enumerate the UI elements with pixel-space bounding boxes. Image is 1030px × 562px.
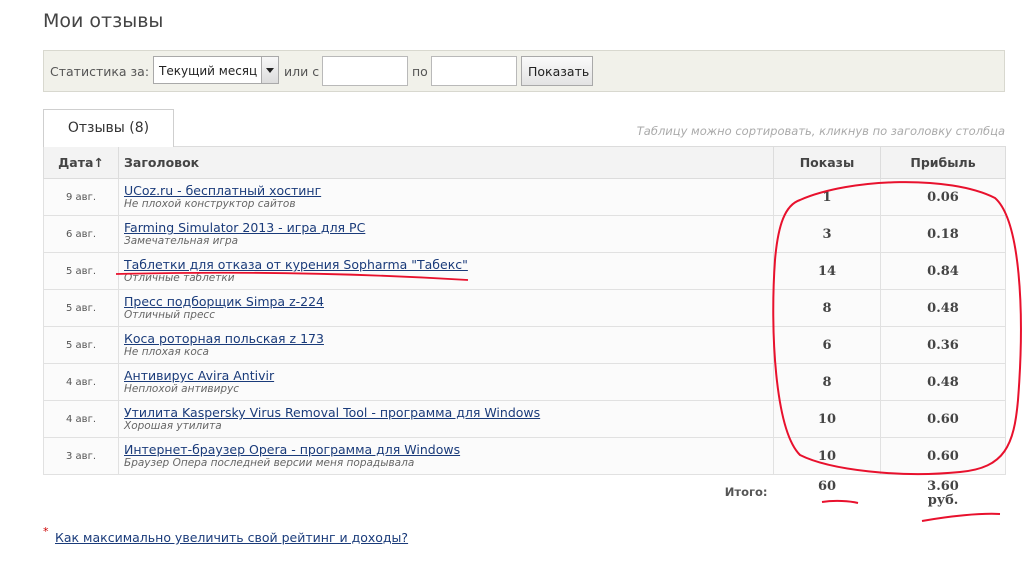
totals-row: Итого: 60 3.60 руб. bbox=[43, 474, 1006, 508]
row-profit: 0.48 bbox=[880, 289, 1006, 327]
footnote-star: * bbox=[43, 525, 49, 538]
table-row: 9 авг. UCoz.ru - бесплатный хостинг Не п… bbox=[43, 178, 1006, 216]
review-title-link[interactable]: Интернет-браузер Opera - программа для W… bbox=[124, 442, 773, 457]
totals-profit-cell: 3.60 руб. bbox=[880, 474, 1006, 508]
review-subtitle: Не плохой конструктор сайтов bbox=[124, 198, 296, 210]
totals-profit: 3.60 bbox=[927, 479, 959, 494]
row-profit: 0.36 bbox=[880, 326, 1006, 364]
table-row: 5 авг. Таблетки для отказа от курения So… bbox=[43, 252, 1006, 290]
table-row: 4 авг. Антивирус Avira Antivir Неплохой … bbox=[43, 363, 1006, 401]
review-subtitle: Браузер Опера последней версии меня пора… bbox=[124, 457, 415, 469]
row-title-cell: Интернет-браузер Opera - программа для W… bbox=[118, 437, 774, 475]
review-title-link[interactable]: UCoz.ru - бесплатный хостинг bbox=[124, 183, 773, 198]
totals-spacer bbox=[43, 474, 119, 508]
row-date: 5 авг. bbox=[43, 326, 119, 364]
review-title-link[interactable]: Коса роторная польская z 173 bbox=[124, 331, 773, 346]
period-select[interactable]: Текущий месяц bbox=[153, 56, 279, 84]
review-subtitle: Замечательная игра bbox=[124, 235, 239, 247]
row-views: 1 bbox=[773, 178, 881, 216]
date-from-input[interactable] bbox=[322, 56, 408, 86]
table-row: 5 авг. Пресс подборщик Simpa z-224 Отлич… bbox=[43, 289, 1006, 327]
row-title-cell: UCoz.ru - бесплатный хостинг Не плохой к… bbox=[118, 178, 774, 216]
review-subtitle: Хорошая утилита bbox=[124, 420, 222, 432]
row-views: 14 bbox=[773, 252, 881, 290]
row-profit: 0.60 bbox=[880, 437, 1006, 475]
row-date: 4 авг. bbox=[43, 400, 119, 438]
row-title-cell: Антивирус Avira Antivir Неплохой антивир… bbox=[118, 363, 774, 401]
review-subtitle: Отличные таблетки bbox=[124, 272, 235, 284]
table-row: 6 авг. Farming Simulator 2013 - игра для… bbox=[43, 215, 1006, 253]
row-date: 5 авг. bbox=[43, 289, 119, 327]
row-title-cell: Таблетки для отказа от курения Sopharma … bbox=[118, 252, 774, 290]
row-date: 4 авг. bbox=[43, 363, 119, 401]
row-profit: 0.60 bbox=[880, 400, 1006, 438]
table-row: 3 авг. Интернет-браузер Opera - программ… bbox=[43, 437, 1006, 475]
row-date: 6 авг. bbox=[43, 215, 119, 253]
date-to-input[interactable] bbox=[431, 56, 517, 86]
row-views: 8 bbox=[773, 289, 881, 327]
page-title: Мои отзывы bbox=[43, 10, 164, 32]
row-views: 3 bbox=[773, 215, 881, 253]
row-profit: 0.48 bbox=[880, 363, 1006, 401]
totals-label: Итого: bbox=[118, 474, 774, 508]
row-views: 10 bbox=[773, 437, 881, 475]
row-date: 3 авг. bbox=[43, 437, 119, 475]
stats-filter-bar: Статистика за: Текущий месяц или с по По… bbox=[43, 50, 1005, 92]
row-title-cell: Farming Simulator 2013 - игра для PC Зам… bbox=[118, 215, 774, 253]
show-button[interactable]: Показать bbox=[521, 56, 593, 86]
row-views: 8 bbox=[773, 363, 881, 401]
review-subtitle: Отличный пресс bbox=[124, 309, 215, 321]
sort-hint: Таблицу можно сортировать, кликнув по за… bbox=[636, 124, 1005, 138]
row-date: 9 авг. bbox=[43, 178, 119, 216]
table-row: 4 авг. Утилита Kaspersky Virus Removal T… bbox=[43, 400, 1006, 438]
row-profit: 0.06 bbox=[880, 178, 1006, 216]
row-title-cell: Утилита Kaspersky Virus Removal Tool - п… bbox=[118, 400, 774, 438]
reviews-table: Дата↑ Заголовок Показы Прибыль 9 авг. UC… bbox=[43, 146, 1006, 508]
review-title-link[interactable]: Farming Simulator 2013 - игра для PC bbox=[124, 220, 773, 235]
review-title-link[interactable]: Антивирус Avira Antivir bbox=[124, 368, 773, 383]
column-header-date[interactable]: Дата↑ bbox=[43, 146, 119, 179]
row-title-cell: Коса роторная польская z 173 Не плохая к… bbox=[118, 326, 774, 364]
row-date: 5 авг. bbox=[43, 252, 119, 290]
underline-stroke bbox=[921, 512, 1001, 522]
chevron-down-icon[interactable] bbox=[261, 57, 278, 83]
table-row: 5 авг. Коса роторная польская z 173 Не п… bbox=[43, 326, 1006, 364]
review-subtitle: Не плохая коса bbox=[124, 346, 209, 358]
column-header-profit[interactable]: Прибыль bbox=[880, 146, 1006, 179]
review-title-link[interactable]: Утилита Kaspersky Virus Removal Tool - п… bbox=[124, 405, 773, 420]
review-title-link[interactable]: Пресс подборщик Simpa z-224 bbox=[124, 294, 773, 309]
row-views: 10 bbox=[773, 400, 881, 438]
totals-views: 60 bbox=[773, 474, 881, 508]
totals-currency: руб. bbox=[927, 493, 959, 508]
to-label: по bbox=[412, 64, 428, 79]
row-title-cell: Пресс подборщик Simpa z-224 Отличный пре… bbox=[118, 289, 774, 327]
period-select-value: Текущий месяц bbox=[159, 64, 258, 78]
review-subtitle: Неплохой антивирус bbox=[124, 383, 240, 395]
rating-help-link[interactable]: Как максимально увеличить свой рейтинг и… bbox=[55, 530, 408, 545]
column-header-views[interactable]: Показы bbox=[773, 146, 881, 179]
tab-reviews[interactable]: Отзывы (8) bbox=[43, 109, 174, 147]
stats-label: Статистика за: bbox=[50, 64, 150, 79]
table-header-row: Дата↑ Заголовок Показы Прибыль bbox=[43, 146, 1006, 179]
row-views: 6 bbox=[773, 326, 881, 364]
row-profit: 0.18 bbox=[880, 215, 1006, 253]
review-title-link[interactable]: Таблетки для отказа от курения Sopharma … bbox=[124, 257, 773, 272]
column-header-title[interactable]: Заголовок bbox=[118, 146, 774, 179]
row-profit: 0.84 bbox=[880, 252, 1006, 290]
from-label: или с bbox=[284, 64, 320, 79]
